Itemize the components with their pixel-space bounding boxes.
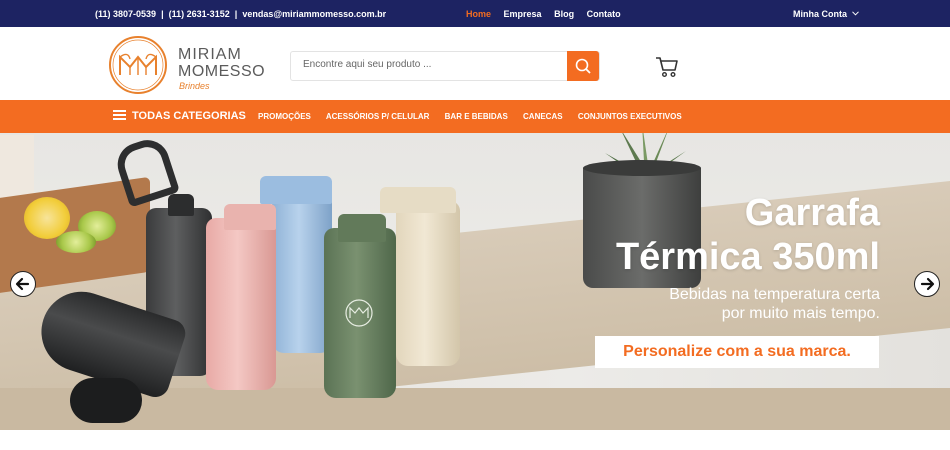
nav-contato[interactable]: Contato (587, 9, 621, 19)
nav-home[interactable]: Home (466, 9, 491, 19)
email-link[interactable]: vendas@miriammomesso.com.br (242, 9, 386, 19)
arrow-left-icon (15, 277, 30, 291)
arrow-right-icon (920, 277, 935, 291)
brand-tagline: Brindes (179, 81, 210, 91)
separator-space (164, 9, 167, 19)
cart-icon[interactable] (655, 56, 679, 78)
top-bar: (11) 3807-0539 | (11) 2631-3152 | vendas… (0, 0, 950, 27)
search-box (290, 51, 600, 81)
carousel-prev-button[interactable] (10, 271, 36, 297)
nav-empresa[interactable]: Empresa (504, 9, 542, 19)
phone-1[interactable]: (11) 3807-0539 (95, 9, 156, 19)
bottle-logo-icon (345, 299, 373, 327)
brand-name-line1: MIRIAM (178, 46, 242, 63)
banner-title: Garrafa Térmica 350ml (616, 191, 880, 279)
account-menu[interactable]: Minha Conta (793, 9, 859, 19)
separator-space-3 (237, 9, 240, 19)
bottle-cap (260, 176, 332, 204)
brand-name-line2: MOMESSO (178, 63, 266, 80)
hero-banner[interactable]: Garrafa Térmica 350ml Bebidas na tempera… (0, 133, 950, 430)
bottle-cap (380, 187, 456, 213)
pot-rim (583, 160, 701, 176)
banner-subtitle-line2: por muito mais tempo. (721, 305, 880, 322)
banner-title-line2: Térmica 350ml (615, 236, 880, 278)
bottle-pink-image (206, 204, 276, 390)
hamburger-icon (113, 110, 126, 120)
bottle-cap (224, 204, 276, 230)
category-list: PROMOÇÕES ACESSÓRIOS P/ CELULAR BAR E BE… (258, 112, 695, 121)
all-categories-label: TODAS CATEGORIAS (132, 110, 246, 122)
carousel-next-button[interactable] (914, 271, 940, 297)
bottle-cap (168, 194, 194, 216)
brand-logo[interactable]: MIRIAM MOMESSO Brindes (108, 35, 268, 94)
contact-info: (11) 3807-0539 | (11) 2631-3152 | vendas… (95, 9, 386, 19)
lime-image-2 (56, 231, 96, 253)
banner-title-line1: Garrafa (744, 192, 880, 234)
chevron-down-icon (851, 11, 859, 16)
category-bar-bebidas[interactable]: BAR E BEBIDAS (445, 112, 508, 121)
banner-subtitle: Bebidas na temperatura certa por muito m… (669, 285, 880, 323)
banner-subtitle-line1: Bebidas na temperatura certa (669, 286, 880, 303)
site-header: MIRIAM MOMESSO Brindes (0, 27, 950, 100)
search-icon (575, 58, 591, 74)
bottle-blue-image (260, 176, 332, 353)
bottle-green-image (324, 214, 396, 398)
category-promocoes[interactable]: PROMOÇÕES (258, 112, 311, 121)
banner-cta-button[interactable]: Personalize com a sua marca. (595, 336, 879, 368)
banner-counter-front (0, 388, 950, 430)
all-categories-button[interactable]: TODAS CATEGORIAS (113, 110, 246, 122)
category-canecas[interactable]: CANECAS (523, 112, 563, 121)
page-content-area (0, 430, 950, 450)
bottle-cap (338, 214, 386, 242)
bottle-beige-image (380, 187, 460, 366)
nav-blog[interactable]: Blog (554, 9, 574, 19)
search-button[interactable] (567, 51, 599, 81)
phone-2[interactable]: (11) 2631-3152 (169, 9, 230, 19)
logo-mark-icon (109, 36, 167, 94)
category-bar: TODAS CATEGORIAS PROMOÇÕES ACESSÓRIOS P/… (0, 100, 950, 133)
top-nav: Home Empresa Blog Contato (466, 9, 631, 19)
category-acessorios-celular[interactable]: ACESSÓRIOS P/ CELULAR (326, 112, 430, 121)
search-input[interactable] (303, 59, 563, 70)
bottle-lid-image (70, 378, 142, 423)
account-label: Minha Conta (793, 9, 847, 19)
category-conjuntos-executivos[interactable]: CONJUNTOS EXECUTIVOS (578, 112, 682, 121)
